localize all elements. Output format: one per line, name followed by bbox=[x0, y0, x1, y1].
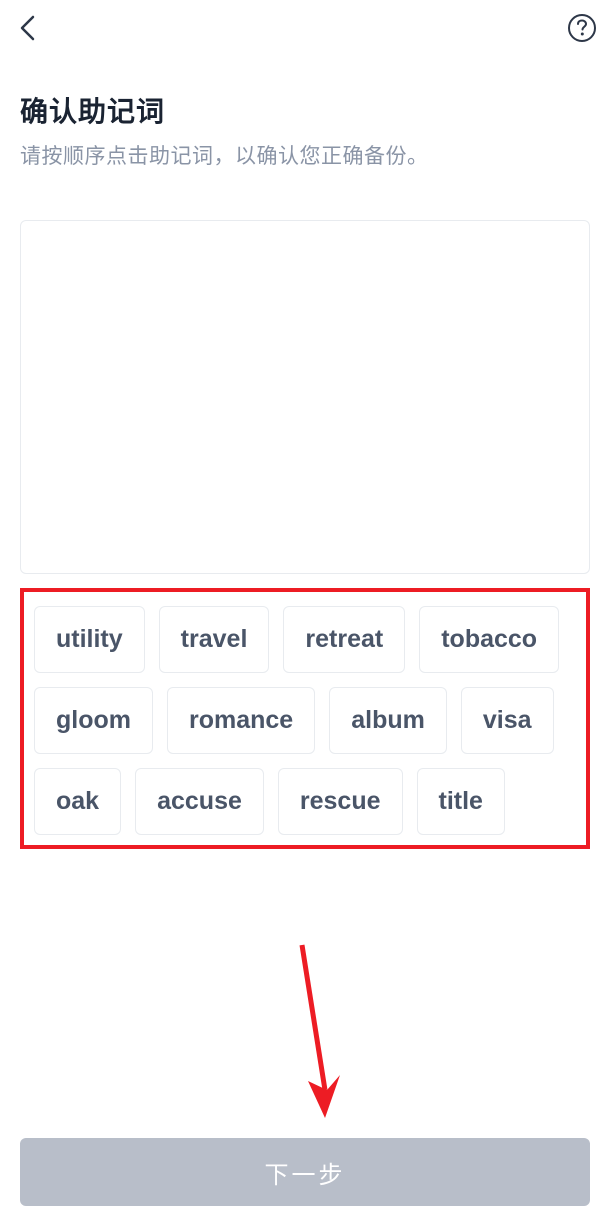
chevron-left-icon bbox=[17, 14, 39, 42]
help-button[interactable] bbox=[566, 12, 598, 44]
selected-words-area[interactable] bbox=[20, 220, 590, 574]
main-content: 确认助记词 请按顺序点击助记词，以确认您正确备份。 utility travel… bbox=[0, 56, 610, 849]
next-button[interactable]: 下一步 bbox=[20, 1138, 590, 1206]
word-chip[interactable]: gloom bbox=[34, 687, 153, 754]
page-title: 确认助记词 bbox=[20, 90, 590, 130]
page-subtitle: 请按顺序点击助记词，以确认您正确备份。 bbox=[20, 140, 590, 170]
word-chip[interactable]: romance bbox=[167, 687, 315, 754]
word-chip[interactable]: oak bbox=[34, 768, 121, 835]
word-chip[interactable]: retreat bbox=[283, 606, 405, 673]
word-chip[interactable]: rescue bbox=[278, 768, 403, 835]
header-bar bbox=[0, 0, 610, 56]
word-chip[interactable]: accuse bbox=[135, 768, 264, 835]
word-chip[interactable]: title bbox=[417, 768, 505, 835]
mnemonic-words-container: utility travel retreat tobacco gloom rom… bbox=[20, 588, 590, 849]
help-icon bbox=[567, 13, 597, 43]
word-chip[interactable]: tobacco bbox=[419, 606, 559, 673]
arrow-annotation bbox=[290, 940, 360, 1130]
word-chip[interactable]: travel bbox=[159, 606, 270, 673]
next-button-label: 下一步 bbox=[265, 1155, 346, 1190]
word-chip[interactable]: utility bbox=[34, 606, 145, 673]
word-chip[interactable]: album bbox=[329, 687, 447, 754]
word-chip[interactable]: visa bbox=[461, 687, 554, 754]
back-button[interactable] bbox=[12, 12, 44, 44]
